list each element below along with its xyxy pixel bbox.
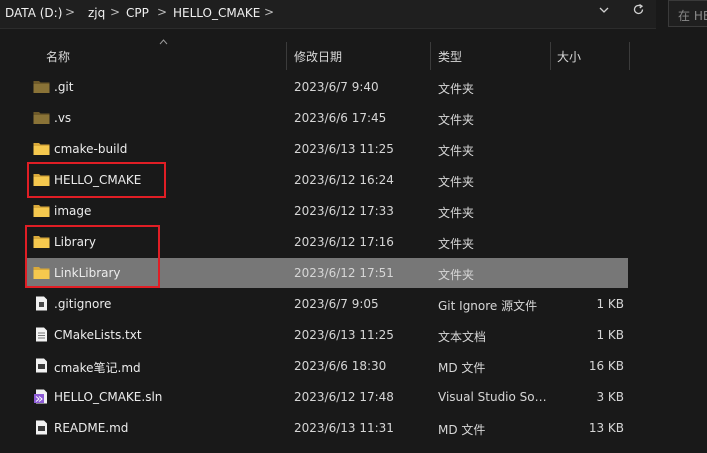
item-name: README.md: [54, 421, 129, 435]
item-size: 1 KB: [596, 328, 624, 342]
file-row[interactable]: .gitignore 2023/6/7 9:05 Git Ignore 源文件 1 K…: [26, 289, 628, 319]
folder-icon: [33, 203, 50, 218]
folder-row[interactable]: HELLO_CMAKE 2023/6/12 16:24 文件夹: [26, 165, 628, 195]
address-bar[interactable]: DATA (D:) > zjq > CPP > HELLO_CMAKE >: [0, 0, 656, 29]
gitignore-file-icon: [33, 296, 50, 311]
file-row[interactable]: cmake笔记.md 2023/6/6 18:30 MD 文件 16 KB: [26, 351, 628, 381]
breadcrumb-separator[interactable]: >: [110, 5, 120, 19]
item-size: 3 KB: [596, 390, 624, 404]
folder-row[interactable]: .vs 2023/6/6 17:45 文件夹: [26, 103, 628, 133]
text-file-icon: [33, 327, 50, 342]
folder-row[interactable]: image 2023/6/12 17:33 文件夹: [26, 196, 628, 226]
folder-row[interactable]: .git 2023/6/7 9:40 文件夹: [26, 72, 628, 102]
item-name: cmake-build: [54, 142, 128, 156]
item-modified-date: 2023/6/12 17:48: [294, 390, 394, 404]
item-modified-date: 2023/6/12 16:24: [294, 173, 394, 187]
item-size: 1 KB: [596, 297, 624, 311]
markdown-file-icon: [33, 420, 50, 435]
item-modified-date: 2023/6/7 9:05: [294, 297, 379, 311]
item-name: .git: [54, 80, 74, 94]
item-type: 文件夹: [438, 206, 475, 220]
item-type: Visual Studio Sol...: [438, 390, 548, 404]
folder-icon: [33, 141, 50, 156]
item-type: MD 文件: [438, 361, 486, 375]
folder-row[interactable]: LinkLibrary 2023/6/12 17:51 文件夹: [26, 258, 628, 288]
item-modified-date: 2023/6/13 11:25: [294, 142, 394, 156]
item-modified-date: 2023/6/6 18:30: [294, 359, 387, 373]
item-modified-date: 2023/6/7 9:40: [294, 80, 379, 94]
breadcrumb-cpp[interactable]: CPP: [126, 6, 149, 20]
item-type: 文件夹: [438, 268, 475, 282]
visual-studio-solution-icon: [33, 389, 50, 404]
column-header-modified[interactable]: 修改日期: [287, 42, 430, 70]
folder-icon: [33, 265, 50, 280]
item-modified-date: 2023/6/12 17:51: [294, 266, 394, 280]
breadcrumb-separator[interactable]: >: [157, 5, 167, 19]
folder-row[interactable]: cmake-build 2023/6/13 11:25 文件夹: [26, 134, 628, 164]
item-type: 文件夹: [438, 237, 475, 251]
file-row[interactable]: HELLO_CMAKE.sln 2023/6/12 17:48 Visual Stu…: [26, 382, 628, 412]
folder-dim-icon: [33, 79, 50, 94]
item-size: 16 KB: [588, 359, 624, 373]
folder-icon: [33, 234, 50, 249]
item-name: .gitignore: [54, 297, 112, 311]
chevron-down-icon[interactable]: [592, 2, 616, 24]
file-row[interactable]: CMakeLists.txt 2023/6/13 11:25 文本文档 1 KB: [26, 320, 628, 350]
item-modified-date: 2023/6/12 17:16: [294, 235, 394, 249]
breadcrumb-drive[interactable]: DATA (D:): [5, 6, 62, 20]
vertical-scrollbar[interactable]: [700, 42, 707, 453]
folder-row[interactable]: Library 2023/6/12 17:16 文件夹: [26, 227, 628, 257]
item-type: 文件夹: [438, 82, 475, 96]
item-name: cmake笔记.md: [54, 361, 141, 375]
column-divider[interactable]: [629, 42, 630, 70]
search-input[interactable]: 在 HE: [668, 0, 707, 27]
item-modified-date: 2023/6/6 17:45: [294, 111, 387, 125]
markdown-file-icon: [33, 358, 50, 373]
folder-icon: [33, 172, 50, 187]
item-name: Library: [54, 235, 96, 249]
breadcrumb-hello-cmake[interactable]: HELLO_CMAKE: [173, 6, 260, 20]
breadcrumb-zjq[interactable]: zjq: [88, 6, 105, 20]
item-name: HELLO_CMAKE.sln: [54, 390, 163, 404]
item-name: CMakeLists.txt: [54, 328, 142, 342]
refresh-icon[interactable]: [626, 2, 650, 24]
item-modified-date: 2023/6/13 11:31: [294, 421, 394, 435]
item-name: image: [54, 204, 92, 218]
column-header-name[interactable]: 名称: [26, 42, 286, 70]
item-type: 文本文档: [438, 330, 487, 344]
column-header-type[interactable]: 类型: [431, 42, 550, 70]
item-size: 13 KB: [588, 421, 624, 435]
folder-dim-icon: [33, 110, 50, 125]
file-row[interactable]: README.md 2023/6/13 11:31 MD 文件 13 KB: [26, 413, 628, 443]
item-name: .vs: [54, 111, 72, 125]
item-type: 文件夹: [438, 113, 475, 127]
breadcrumb-separator[interactable]: >: [65, 5, 75, 19]
item-modified-date: 2023/6/13 11:25: [294, 328, 394, 342]
item-modified-date: 2023/6/12 17:33: [294, 204, 394, 218]
breadcrumb-separator[interactable]: >: [264, 5, 274, 19]
item-name: LinkLibrary: [54, 266, 121, 280]
item-name: HELLO_CMAKE: [54, 173, 142, 187]
item-type: 文件夹: [438, 175, 475, 189]
item-type: Git Ignore 源文件: [438, 299, 538, 313]
column-header-size[interactable]: 大小: [551, 42, 629, 70]
item-type: MD 文件: [438, 423, 486, 437]
item-type: 文件夹: [438, 144, 475, 158]
